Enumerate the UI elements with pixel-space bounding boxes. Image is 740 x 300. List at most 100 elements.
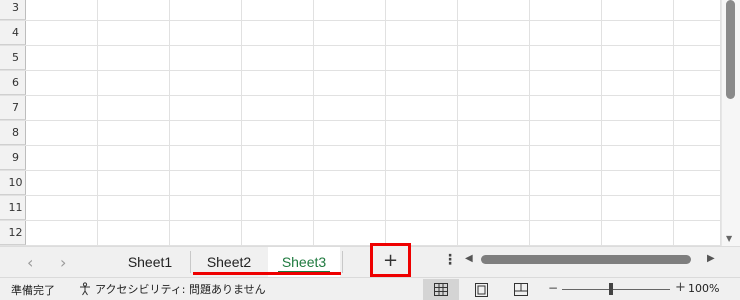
grid-cell[interactable] (242, 46, 314, 70)
grid-cell[interactable] (242, 96, 314, 120)
grid-cell[interactable] (98, 121, 170, 145)
grid-cell[interactable] (386, 71, 458, 95)
grid-cell[interactable] (674, 121, 721, 145)
grid-cell[interactable] (674, 71, 721, 95)
add-sheet-button[interactable]: + (370, 243, 411, 277)
grid-cell[interactable] (314, 96, 386, 120)
scroll-down-arrow-icon[interactable]: ▼ (726, 234, 732, 243)
grid-cell[interactable] (674, 221, 721, 245)
zoom-in-button[interactable]: + (675, 280, 686, 295)
grid-cell[interactable] (98, 71, 170, 95)
grid-cell[interactable] (530, 46, 602, 70)
grid-cell[interactable] (26, 146, 98, 170)
page-layout-view-button[interactable] (463, 279, 499, 300)
normal-view-button[interactable] (423, 279, 459, 300)
grid-cell[interactable] (386, 0, 458, 20)
grid-cell[interactable] (530, 196, 602, 220)
grid-cell[interactable] (170, 146, 242, 170)
grid-cell[interactable] (26, 0, 98, 20)
grid-cell[interactable] (242, 71, 314, 95)
grid-cell[interactable] (386, 146, 458, 170)
grid-cell[interactable] (314, 46, 386, 70)
grid-cell[interactable] (386, 121, 458, 145)
grid-cell[interactable] (530, 0, 602, 20)
row-header[interactable]: 8 (0, 121, 26, 145)
grid-cell[interactable] (242, 221, 314, 245)
grid-cell[interactable] (26, 171, 98, 195)
grid-cell[interactable] (242, 146, 314, 170)
grid-cell[interactable] (26, 196, 98, 220)
row-header[interactable]: 4 (0, 21, 26, 45)
grid-cell[interactable] (386, 46, 458, 70)
grid-cell[interactable] (98, 146, 170, 170)
grid-cell[interactable] (674, 46, 721, 70)
grid-cell[interactable] (458, 96, 530, 120)
row-header[interactable]: 11 (0, 196, 26, 220)
grid-cell[interactable] (602, 71, 674, 95)
zoom-out-button[interactable]: − (548, 281, 558, 295)
grid-cell[interactable] (530, 96, 602, 120)
grid-cell[interactable] (170, 171, 242, 195)
grid-cell[interactable] (26, 96, 98, 120)
row-header[interactable]: 7 (0, 96, 26, 120)
grid-cell[interactable] (242, 196, 314, 220)
more-options-icon[interactable]: ⋮ (443, 252, 457, 268)
grid-cell[interactable] (314, 0, 386, 20)
chevron-left-icon[interactable]: ‹ (27, 253, 33, 272)
grid-cell[interactable] (458, 46, 530, 70)
grid-cell[interactable] (530, 171, 602, 195)
grid-cell[interactable] (170, 96, 242, 120)
grid-cell[interactable] (170, 121, 242, 145)
grid-cell[interactable] (530, 146, 602, 170)
grid-cell[interactable] (314, 171, 386, 195)
grid-cell[interactable] (26, 46, 98, 70)
grid-cell[interactable] (26, 121, 98, 145)
row-header[interactable]: 9 (0, 146, 26, 170)
row-header[interactable]: 12 (0, 221, 26, 245)
grid-cell[interactable] (26, 221, 98, 245)
page-break-preview-button[interactable] (503, 279, 539, 300)
grid-cell[interactable] (98, 96, 170, 120)
grid-cell[interactable] (170, 46, 242, 70)
grid-cell[interactable] (602, 171, 674, 195)
zoom-slider-track[interactable] (562, 289, 670, 290)
grid-cell[interactable] (602, 221, 674, 245)
grid-cell[interactable] (386, 171, 458, 195)
grid-cell[interactable] (314, 196, 386, 220)
grid-cell[interactable] (458, 0, 530, 20)
grid-cell[interactable] (458, 121, 530, 145)
grid-cell[interactable] (458, 171, 530, 195)
accessibility-status[interactable]: アクセシビリティ: 問題ありません (78, 281, 266, 297)
grid-cell[interactable] (458, 21, 530, 45)
grid-cell[interactable] (674, 171, 721, 195)
row-header[interactable]: 5 (0, 46, 26, 70)
grid-cell[interactable] (242, 121, 314, 145)
grid-cell[interactable] (674, 0, 721, 20)
grid-cell[interactable] (242, 21, 314, 45)
grid-cell[interactable] (602, 146, 674, 170)
grid-cell[interactable] (530, 121, 602, 145)
zoom-slider-thumb[interactable] (609, 283, 613, 295)
grid-cell[interactable] (674, 196, 721, 220)
grid-cell[interactable] (170, 71, 242, 95)
grid-cell[interactable] (602, 121, 674, 145)
sheet-tab-sheet1[interactable]: Sheet1 (111, 247, 189, 277)
grid-cell[interactable] (98, 46, 170, 70)
grid-cell[interactable] (386, 21, 458, 45)
grid-cell[interactable] (602, 96, 674, 120)
grid-cell[interactable] (170, 0, 242, 20)
scroll-left-arrow-icon[interactable]: ◀ (465, 253, 473, 264)
grid-cell[interactable] (98, 171, 170, 195)
grid-cell[interactable] (602, 46, 674, 70)
grid-cell[interactable] (602, 196, 674, 220)
grid-cell[interactable] (98, 0, 170, 20)
grid-cell[interactable] (530, 21, 602, 45)
grid-cell[interactable] (458, 71, 530, 95)
vertical-scroll-thumb[interactable] (726, 0, 735, 99)
grid-cell[interactable] (314, 71, 386, 95)
zoom-level[interactable]: 100% (688, 282, 719, 295)
grid-cell[interactable] (242, 171, 314, 195)
grid-cell[interactable] (458, 146, 530, 170)
scroll-right-arrow-icon[interactable]: ▶ (707, 253, 715, 264)
grid-cell[interactable] (530, 221, 602, 245)
